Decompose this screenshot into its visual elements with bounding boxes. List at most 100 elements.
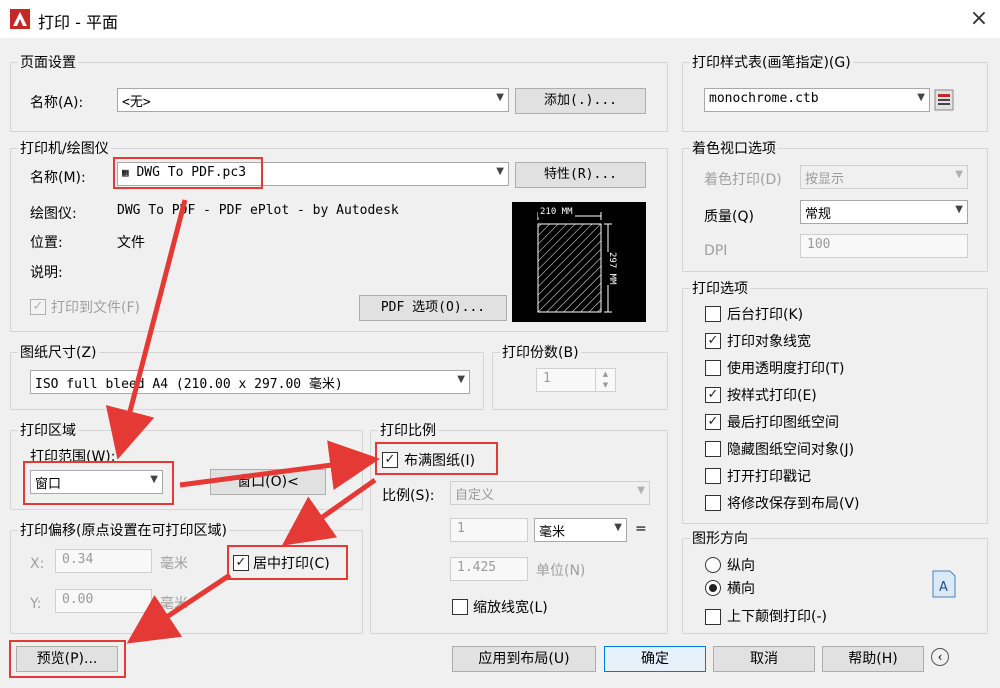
copies-label: 打印份数(B): [500, 342, 581, 362]
shade-plot-combo[interactable]: 按显示 ▼: [800, 165, 968, 189]
chevron-down-icon: ▼: [614, 522, 622, 533]
page-setup-name-combo[interactable]: <无> ▼: [117, 88, 509, 112]
scale-value: 自定义: [455, 488, 495, 503]
copies-spinner[interactable]: ▲ ▼: [595, 369, 615, 391]
location-value: 文件: [117, 235, 145, 251]
plot-option-label: 打印对象线宽: [727, 334, 811, 350]
page-setup-label: 页面设置: [18, 52, 78, 72]
plotter-label: 绘图仪:: [30, 206, 77, 222]
quality-label: 质量(Q): [704, 209, 754, 225]
paper-size-value: ISO full bleed A4 (210.00 x 297.00 毫米): [35, 377, 343, 392]
plot-option-checkbox[interactable]: [705, 360, 721, 376]
plot-style-value: monochrome.ctb: [709, 91, 819, 106]
expand-icon[interactable]: ‹: [931, 648, 949, 666]
plot-option-label: 按样式打印(E): [727, 388, 817, 404]
plot-option-label: 隐藏图纸空间对象(J): [727, 442, 855, 458]
landscape-label: 横向: [727, 581, 755, 597]
scale-lineweights-label: 缩放线宽(L): [473, 600, 548, 616]
offset-y-input[interactable]: 0.00: [55, 589, 152, 613]
shade-plot-value: 按显示: [805, 172, 845, 187]
chevron-down-icon: ▼: [955, 169, 963, 180]
quality-combo[interactable]: 常规 ▼: [800, 200, 968, 224]
preview-height-label: 297 MM: [607, 252, 617, 285]
scale-label: 比例(S):: [382, 488, 435, 504]
apply-to-layout-button[interactable]: 应用到布局(U): [452, 646, 596, 672]
window-title: 打印 - 平面: [38, 13, 118, 32]
plot-option-checkbox[interactable]: ✓: [705, 414, 721, 430]
chevron-down-icon: ▼: [457, 374, 465, 385]
orientation-label: 图形方向: [690, 528, 750, 548]
paper-size-combo[interactable]: ISO full bleed A4 (210.00 x 297.00 毫米) ▼: [30, 370, 470, 394]
offset-y-unit: 毫米: [160, 596, 188, 612]
plot-option-label: 打开打印戳记: [727, 469, 811, 485]
plot-option-checkbox[interactable]: [705, 468, 721, 484]
paper-preview: [512, 202, 646, 322]
scale-combo[interactable]: 自定义 ▼: [450, 481, 650, 505]
highlight-preview: [9, 640, 126, 678]
chevron-down-icon: ▼: [917, 92, 925, 103]
offset-x-unit: 毫米: [160, 556, 188, 572]
plot-option-label: 使用透明度打印(T): [727, 361, 845, 377]
close-icon[interactable]: ×: [966, 6, 992, 32]
plot-option-checkbox[interactable]: ✓: [705, 333, 721, 349]
plot-options-label: 打印选项: [690, 278, 750, 298]
upside-down-checkbox[interactable]: [705, 609, 721, 625]
plot-option-checkbox[interactable]: [705, 306, 721, 322]
plot-option-checkbox[interactable]: [705, 495, 721, 511]
plot-option-label: 将修改保存到布局(V): [727, 496, 860, 512]
add-button[interactable]: 添加(.)...: [515, 88, 646, 114]
dpi-label: DPI: [704, 243, 728, 259]
scale-value2-input[interactable]: 1.425: [450, 557, 528, 581]
upside-down-label: 上下颠倒打印(-): [727, 609, 827, 625]
scale-lineweights-checkbox[interactable]: [452, 599, 468, 615]
highlight-plot-range: [23, 461, 174, 505]
plot-style-label: 打印样式表(画笔指定)(G): [690, 52, 853, 72]
highlight-printer-name: [113, 157, 263, 189]
quality-value: 常规: [805, 207, 832, 222]
plot-option-checkbox[interactable]: [705, 441, 721, 457]
svg-text:A: A: [939, 580, 948, 595]
portrait-label: 纵向: [727, 558, 755, 574]
dpi-input[interactable]: 100: [800, 234, 968, 258]
scale-unit2-label: 单位(N): [536, 563, 586, 579]
scale-unit-value: 毫米: [539, 525, 566, 540]
scale-unit-combo[interactable]: 毫米 ▼: [534, 518, 627, 542]
autocad-icon: [10, 9, 30, 29]
chevron-down-icon: ▼: [496, 92, 504, 103]
help-button[interactable]: 帮助(H): [822, 646, 924, 672]
plot-area-label: 打印区域: [18, 420, 78, 440]
chevron-down-icon: ▼: [496, 166, 504, 177]
chevron-down-icon: ▼: [637, 485, 645, 496]
plot-option-label: 后台打印(K): [727, 307, 804, 323]
plot-scale-label: 打印比例: [378, 420, 438, 440]
plot-style-combo[interactable]: monochrome.ctb ▼: [704, 88, 930, 112]
ok-button[interactable]: 确定: [604, 646, 706, 672]
shade-plot-label: 着色打印(D): [704, 172, 782, 188]
description-label: 说明:: [30, 265, 63, 281]
preview-width-label: 210 MM: [538, 207, 575, 217]
highlight-center-plot: [227, 545, 348, 580]
page-setup-name-label: 名称(A):: [30, 95, 84, 111]
location-label: 位置:: [30, 235, 63, 251]
offset-x-input[interactable]: 0.34: [55, 549, 152, 573]
plot-option-checkbox[interactable]: ✓: [705, 387, 721, 403]
offset-x-label: X:: [30, 556, 45, 572]
paper-size-label: 图纸尺寸(Z): [18, 342, 99, 362]
pdf-options-button[interactable]: PDF 选项(O)...: [359, 295, 507, 321]
window-button[interactable]: 窗口(O)<: [210, 469, 326, 495]
highlight-fit-to-paper: [375, 442, 498, 475]
edit-style-icon[interactable]: [934, 89, 954, 111]
scale-value1-input[interactable]: 1: [450, 518, 528, 542]
printer-label: 打印机/绘图仪: [18, 138, 111, 158]
equals-sign: =: [635, 521, 647, 537]
landscape-radio[interactable]: [705, 580, 721, 596]
page-setup-name-value: <无>: [122, 95, 151, 110]
chevron-down-icon: ▼: [955, 204, 963, 215]
cancel-button[interactable]: 取消: [713, 646, 815, 672]
orientation-page-icon: A: [932, 570, 956, 598]
shaded-viewport-label: 着色视口选项: [690, 138, 778, 158]
properties-button[interactable]: 特性(R)...: [515, 162, 646, 188]
title-bar: [0, 0, 1000, 38]
print-to-file-checkbox[interactable]: ✓: [30, 299, 46, 315]
portrait-radio[interactable]: [705, 557, 721, 573]
